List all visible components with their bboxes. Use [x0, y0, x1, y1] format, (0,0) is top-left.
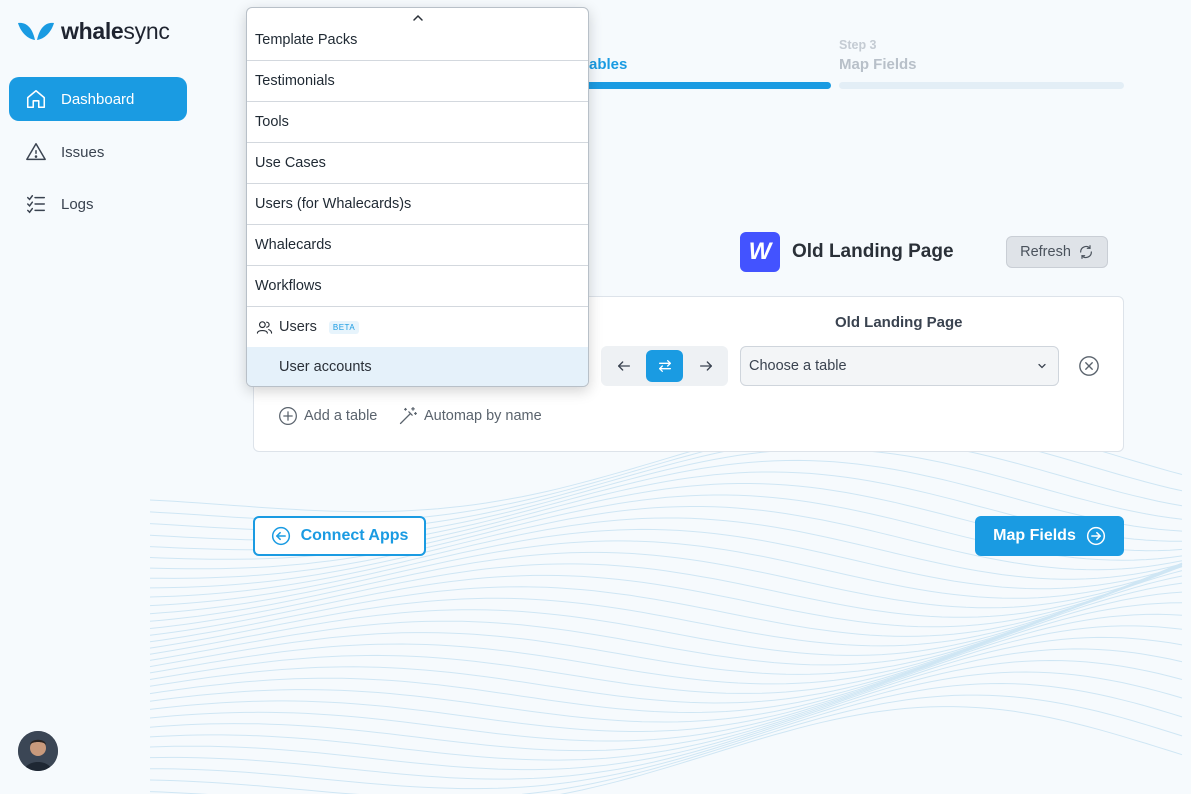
dropdown-option[interactable]: Template Packs: [247, 20, 588, 61]
wave-line: [149, 562, 1183, 649]
wave-line: [149, 575, 1183, 694]
wave-line: [149, 563, 1183, 666]
arrow-left-circle-icon: [271, 526, 290, 546]
dropdown-option[interactable]: Whalecards: [247, 225, 588, 266]
dropdown-option[interactable]: Use Cases: [247, 143, 588, 184]
sidebar-item-label: Dashboard: [61, 90, 135, 108]
sync-left-button[interactable]: [605, 350, 642, 382]
webflow-app-icon: W: [740, 232, 780, 272]
sidebar-item-logs[interactable]: Logs: [9, 182, 187, 226]
dropdown-group-users: Users BETA: [247, 307, 588, 347]
destination-column-header: Old Landing Page: [835, 314, 963, 331]
brand-logo[interactable]: whalesync: [17, 18, 170, 45]
wave-line: [149, 562, 1183, 656]
wave-line: [149, 591, 1183, 714]
magic-wand-icon: [399, 407, 417, 425]
dropdown-option-user-accounts[interactable]: User accounts: [247, 347, 588, 386]
sidebar-item-label: Issues: [61, 143, 105, 161]
dropdown-option[interactable]: Testimonials: [247, 61, 588, 102]
destination-app-name: Old Landing Page: [792, 241, 954, 262]
wave-line: [149, 694, 1183, 794]
wave-line: [149, 706, 1183, 794]
home-icon: [26, 89, 46, 109]
group-label: Users: [279, 319, 317, 335]
wave-line: [149, 563, 1183, 629]
refresh-icon: [1079, 245, 1092, 259]
step-2-title: ables: [589, 56, 628, 73]
connect-apps-button[interactable]: Connect Apps: [253, 516, 426, 556]
table-dropdown-menu: Template Packs Testimonials Tools Use Ca…: [246, 7, 589, 387]
sync-right-button[interactable]: [687, 350, 724, 382]
automap-label: Automap by name: [424, 408, 542, 424]
wave-line: [149, 563, 1183, 643]
arrow-left-icon: [617, 361, 630, 371]
wave-line: [149, 648, 1183, 761]
wave-line: [149, 625, 1183, 742]
wave-line: [149, 566, 1183, 675]
wave-line: [149, 564, 1183, 636]
sync-two-way-button[interactable]: [646, 350, 683, 382]
step-2-progress: [589, 82, 831, 89]
arrow-right-icon: [699, 361, 712, 371]
wave-line: [149, 602, 1183, 723]
wave-line: [149, 659, 1183, 771]
dropdown-option[interactable]: Tools: [247, 102, 588, 143]
sidebar-item-dashboard[interactable]: Dashboard: [9, 77, 187, 121]
step-3-number: Step 3: [839, 38, 877, 52]
wave-line: [149, 551, 1183, 622]
remove-mapping-icon[interactable]: [1078, 355, 1100, 377]
map-fields-button[interactable]: Map Fields: [975, 516, 1124, 556]
step-3-progress: [839, 82, 1124, 89]
wave-line: [149, 570, 1183, 685]
sidebar-item-label: Logs: [61, 195, 94, 213]
sidebar-item-issues[interactable]: Issues: [9, 130, 187, 174]
wave-line: [149, 613, 1183, 732]
avatar[interactable]: [18, 731, 58, 771]
chevron-down-icon: [1038, 363, 1046, 369]
add-table-label: Add a table: [304, 408, 378, 424]
dropdown-option[interactable]: Users (for Whalecards)s: [247, 184, 588, 225]
wave-line: [150, 682, 1183, 790]
wave-line: [149, 636, 1183, 752]
warning-icon: [26, 143, 46, 161]
two-way-arrows-icon: [658, 360, 671, 372]
plus-circle-icon: [279, 407, 297, 425]
wave-line: [149, 671, 1183, 780]
connect-apps-label: Connect Apps: [300, 527, 409, 544]
destination-table-select[interactable]: Choose a table: [740, 346, 1059, 386]
refresh-label: Refresh: [1020, 244, 1071, 260]
refresh-button[interactable]: Refresh: [1006, 236, 1108, 268]
users-icon: [256, 320, 273, 334]
select-placeholder: Choose a table: [749, 358, 847, 374]
dropdown-option[interactable]: Workflows: [247, 266, 588, 307]
beta-badge: BETA: [328, 320, 360, 334]
automap-button[interactable]: Automap by name: [398, 406, 542, 426]
add-table-button[interactable]: Add a table: [278, 406, 377, 426]
sync-direction-group: [601, 346, 728, 386]
whale-tail-icon: [18, 22, 54, 40]
map-fields-label: Map Fields: [993, 527, 1076, 544]
brand-name: whalesync: [61, 18, 170, 44]
wave-line: [149, 582, 1183, 704]
step-3-title: Map Fields: [839, 56, 917, 73]
arrow-right-circle-icon: [1086, 526, 1105, 546]
checklist-icon: [27, 195, 45, 214]
